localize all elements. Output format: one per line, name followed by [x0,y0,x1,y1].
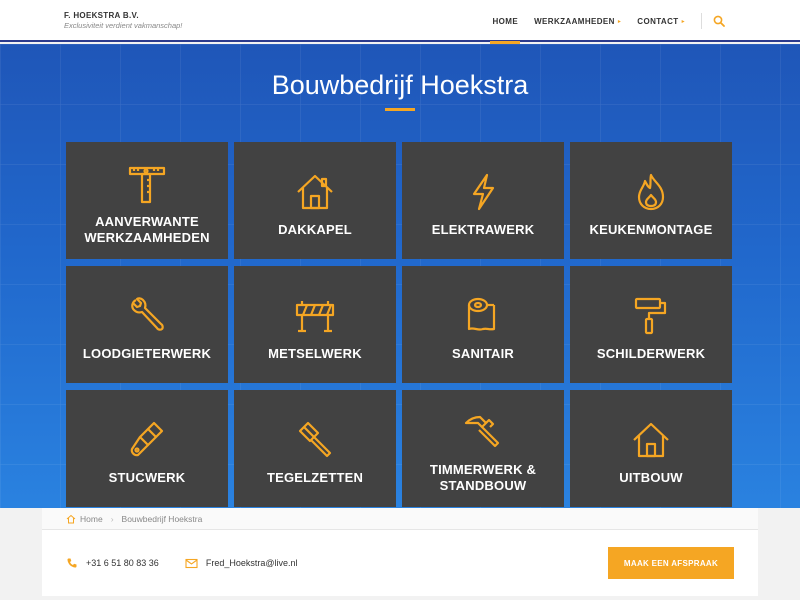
tile-label: UITBOUW [619,469,683,485]
paint-roller-icon [629,294,673,338]
hero-section: Bouwbedrijf Hoekstra AANVERWANTE WERKZAA… [0,44,800,508]
flame-icon [629,170,673,214]
tile-label: METSELWERK [268,345,362,361]
brand-name[interactable]: F. HOEKSTRA B.V. [64,11,182,20]
house-icon [293,170,337,214]
toilet-paper-icon [461,294,505,338]
services-grid: AANVERWANTE WERKZAAMHEDEN DAKKAPEL ELEKT… [66,142,734,507]
service-tile-schilderwerk[interactable]: SCHILDERWERK [570,266,732,383]
phone-number: +31 6 51 80 83 36 [86,558,159,568]
nav-item-home[interactable]: HOME [484,0,526,44]
home-icon[interactable] [66,514,76,524]
contact-phone[interactable]: +31 6 51 80 83 36 [66,557,159,569]
house-outline-icon [629,418,673,462]
service-tile-stucwerk[interactable]: STUCWERK [66,390,228,507]
tile-label: ELEKTRAWERK [431,221,535,237]
service-tile-dakkapel[interactable]: DAKKAPEL [234,142,396,259]
tile-label: KEUKENMONTAGE [589,221,713,237]
nav-item-contact[interactable]: CONTACT ▸ [629,0,693,42]
lightning-icon [461,170,505,214]
service-tile-uitbouw[interactable]: UITBOUW [570,390,732,507]
nav-item-label: WERKZAAMHEDEN [534,16,615,26]
nav-item-label: CONTACT [637,16,679,26]
search-icon[interactable] [710,12,728,30]
brand-tagline: Exclusiviteit verdient vakmanschap! [64,21,183,30]
service-tile-elektrawerk[interactable]: ELEKTRAWERK [402,142,564,259]
tile-label: TIMMERWERK & STANDBOUW [429,461,537,493]
service-tile-loodgieterwerk[interactable]: LOODGIETERWERK [66,266,228,383]
wrench-icon [125,294,169,338]
breadcrumb-home-link[interactable]: Home [80,514,103,524]
service-tile-timmerwerk[interactable]: TIMMERWERK & STANDBOUW [402,390,564,507]
barrier-icon [293,294,337,338]
tile-label: SCHILDERWERK [596,345,706,361]
main-nav: HOME WERKZAAMHEDEN ▸ CONTACT ▸ [484,0,728,44]
service-tile-metselwerk[interactable]: METSELWERK [234,266,396,383]
chevron-right-icon: ▸ [681,18,685,25]
service-tile-sanitair[interactable]: SANITAIR [402,266,564,383]
page-title: Bouwbedrijf Hoekstra [271,70,529,100]
site-header: F. HOEKSTRA B.V. Exclusiviteit verdient … [0,0,800,44]
tile-label: LOODGIETERWERK [82,345,212,361]
breadcrumb-current: Bouwbedrijf Hoekstra [121,513,203,524]
nav-item-werkzaamheden[interactable]: WERKZAAMHEDEN ▸ [526,0,629,42]
ruler-square-icon [125,162,169,206]
chevron-right-icon: ▸ [617,18,622,25]
putty-knife-icon [125,418,169,462]
service-tile-tegelzetten[interactable]: TEGELZETTEN [234,390,396,507]
hammer-icon [461,410,505,454]
tile-label: STUCWERK [108,469,186,485]
make-appointment-button[interactable]: MAAK EEN AFSPRAAK [608,547,734,579]
contact-bar: +31 6 51 80 83 36 Fred_Hoekstra@live.nl … [42,530,758,596]
brand[interactable]: F. HOEKSTRA B.V. Exclusiviteit verdient … [64,11,182,30]
tile-label: TEGELZETTEN [266,469,364,485]
mallet-icon [293,418,337,462]
email-address: Fred_Hoekstra@live.nl [205,558,298,568]
nav-item-label: HOME [492,16,519,26]
title-underline [385,108,415,111]
nav-divider [701,13,702,29]
mail-icon [185,558,198,568]
breadcrumb: Home › Bouwbedrijf Hoekstra [42,508,758,530]
tile-label: DAKKAPEL [278,221,352,237]
service-tile-keukenmontage[interactable]: KEUKENMONTAGE [570,142,732,259]
tile-label: AANVERWANTE WERKZAAMHEDEN [84,213,210,245]
tile-label: SANITAIR [451,345,515,361]
phone-icon [67,558,77,568]
chevron-right-icon: › [110,513,114,524]
contact-email[interactable]: Fred_Hoekstra@live.nl [185,558,298,569]
service-tile-aanverwante[interactable]: AANVERWANTE WERKZAAMHEDEN [66,142,228,259]
